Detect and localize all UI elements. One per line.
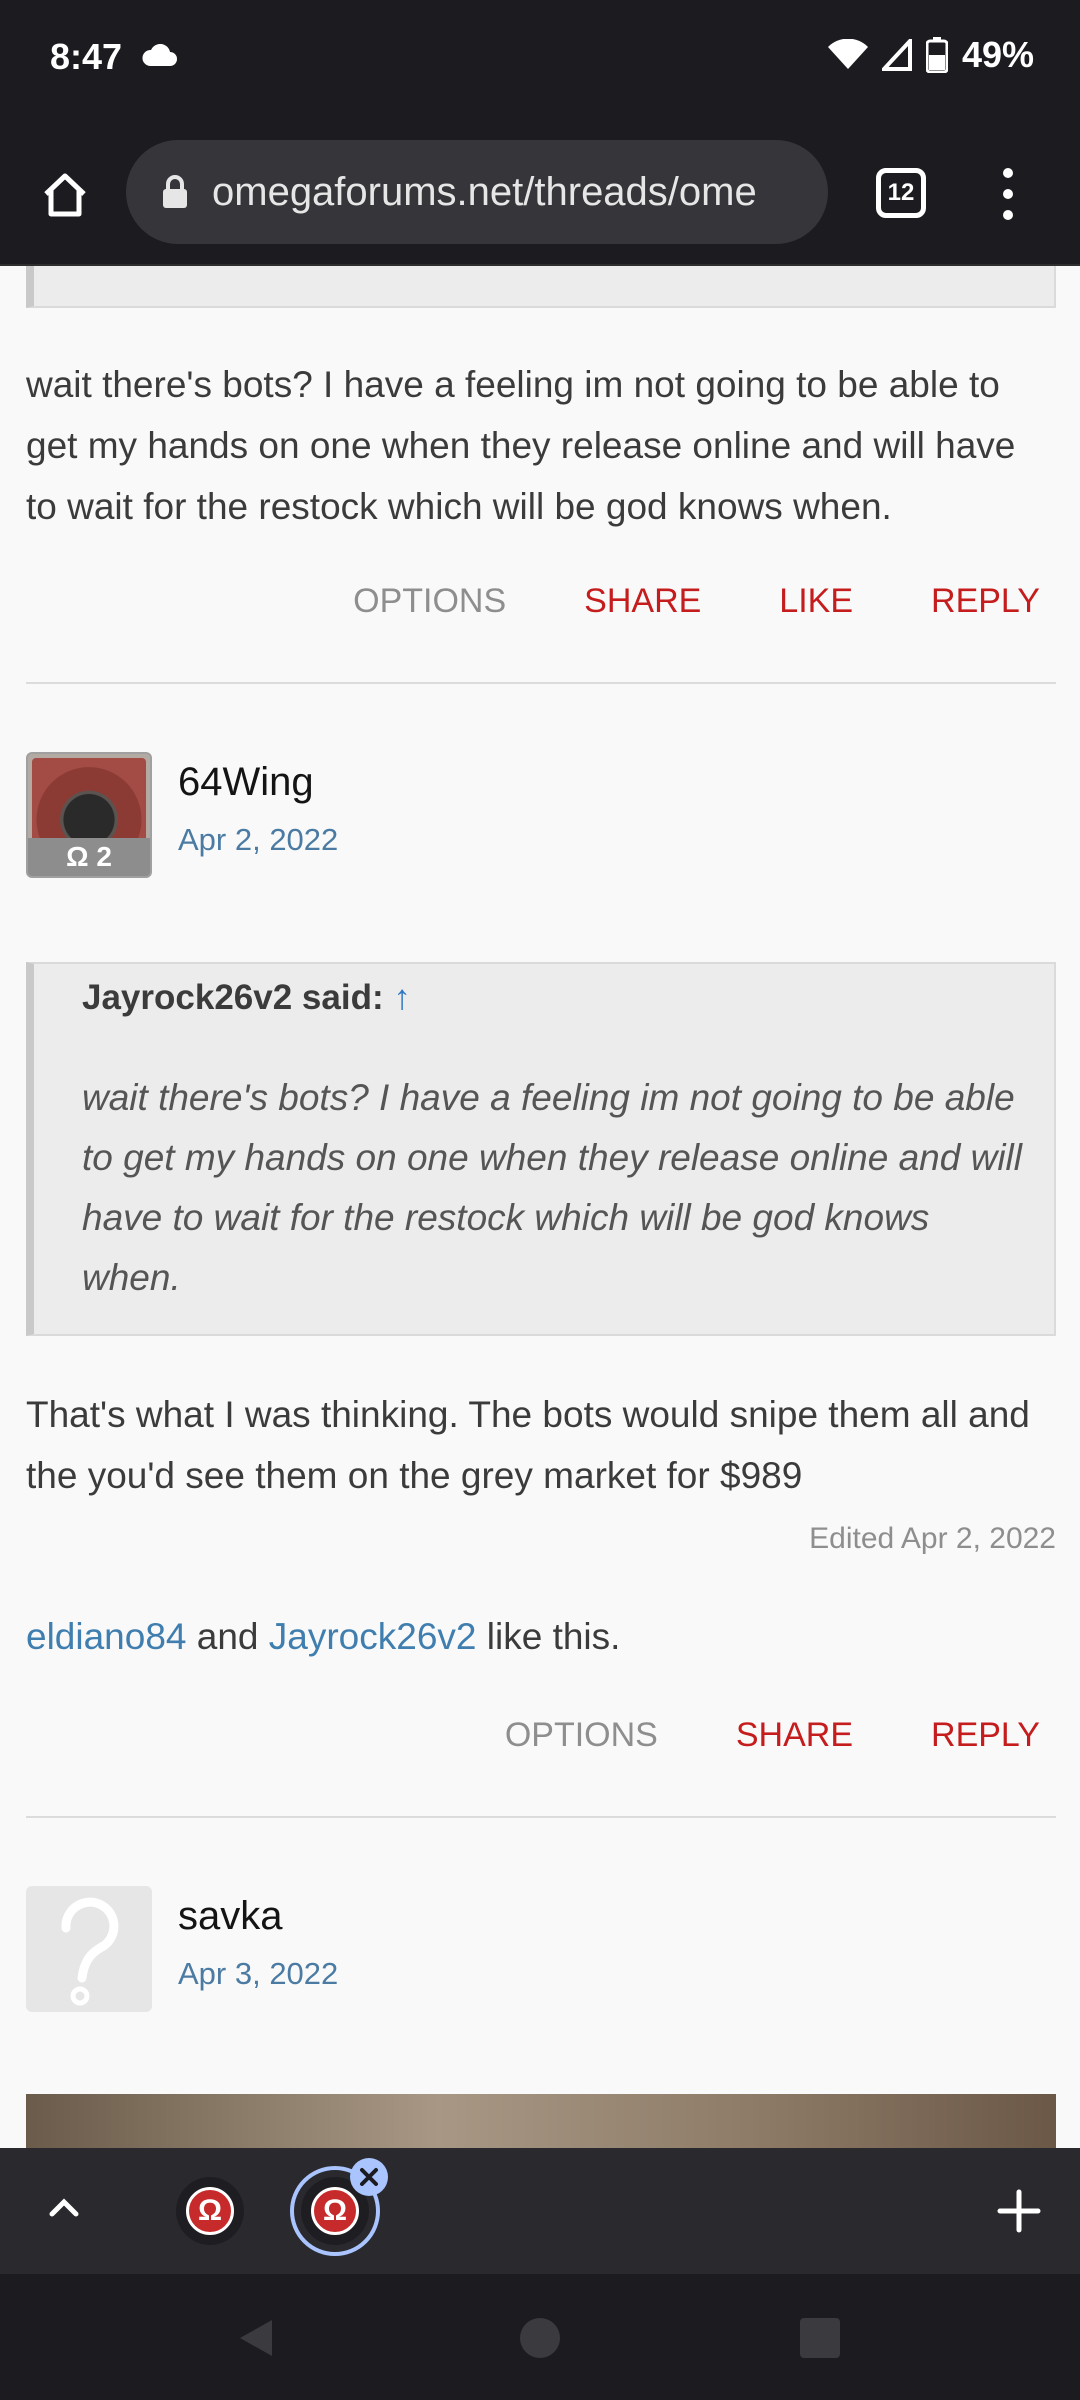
battery-icon xyxy=(925,37,948,73)
post-divider xyxy=(26,1816,1056,1818)
more-menu-button[interactable] xyxy=(988,162,1028,226)
post-image[interactable] xyxy=(26,2094,1056,2148)
thread-content[interactable]: wait there's bots? I have a feeling im n… xyxy=(0,266,1080,2148)
quote-jump-arrow-icon[interactable]: ↑ xyxy=(393,978,411,1017)
close-tab-button[interactable] xyxy=(350,2158,388,2196)
status-icons: 49% xyxy=(827,34,1034,76)
post-actions: OPTIONS SHARE REPLY xyxy=(427,1716,1040,1755)
menu-dot-icon xyxy=(1003,168,1013,178)
quote-block: Jayrock26v2 said: ↑ wait there's bots? I… xyxy=(26,962,1056,1336)
likes-summary: eldiano84 and Jayrock26v2 like this. xyxy=(26,1616,620,1658)
quote-body: wait there's bots? I have a feeling im n… xyxy=(82,1077,1022,1298)
signal-icon xyxy=(881,39,912,71)
liker-link[interactable]: Jayrock26v2 xyxy=(269,1616,477,1657)
battery-percent: 49% xyxy=(961,34,1034,75)
post-actions: OPTIONS SHARE LIKE REPLY xyxy=(275,582,1040,621)
liker-link[interactable]: eldiano84 xyxy=(26,1616,186,1657)
reply-button[interactable]: REPLY xyxy=(931,582,1040,621)
menu-dot-icon xyxy=(1003,210,1013,220)
post-divider xyxy=(26,682,1056,684)
avatar[interactable]: Ω 2 xyxy=(26,752,152,878)
likes-and: and xyxy=(196,1616,259,1657)
options-button[interactable]: OPTIONS xyxy=(353,582,506,621)
chevron-up-icon[interactable] xyxy=(44,2188,84,2228)
status-bar: 8:47 49% xyxy=(0,0,1080,126)
omega-favicon-icon: Ω xyxy=(311,2187,359,2235)
back-icon[interactable] xyxy=(236,2318,276,2358)
post-date[interactable]: Apr 3, 2022 xyxy=(178,1956,338,1992)
post-body: That's what I was thinking. The bots wou… xyxy=(26,1394,1030,1496)
tab-switcher-button[interactable]: 12 xyxy=(876,168,926,218)
default-avatar-icon xyxy=(61,1897,119,2006)
username[interactable]: 64Wing xyxy=(178,760,314,805)
home-button[interactable] xyxy=(30,160,100,230)
like-button[interactable]: LIKE xyxy=(779,582,853,621)
previous-quote-block xyxy=(26,266,1056,308)
cloud-icon xyxy=(142,44,177,66)
menu-dot-icon xyxy=(1003,189,1013,199)
tab-strip: Ω Ω xyxy=(0,2148,1080,2274)
close-icon xyxy=(360,2168,378,2186)
options-button[interactable]: OPTIONS xyxy=(505,1716,658,1755)
status-time: 8:47 xyxy=(50,36,123,77)
user-badge: Ω 2 xyxy=(28,838,150,876)
omega-favicon-icon: Ω xyxy=(186,2187,234,2235)
share-button[interactable]: SHARE xyxy=(736,1716,853,1755)
recents-icon[interactable] xyxy=(800,2318,840,2358)
wifi-icon xyxy=(827,39,868,69)
post-body: wait there's bots? I have a feeling im n… xyxy=(26,364,1016,527)
address-bar[interactable]: omegaforums.net/threads/ome xyxy=(126,140,828,244)
system-nav-bar xyxy=(0,2274,1080,2400)
username[interactable]: savka xyxy=(178,1894,283,1939)
avatar[interactable] xyxy=(26,1886,152,2012)
likes-suffix: like this. xyxy=(486,1616,621,1657)
reply-button[interactable]: REPLY xyxy=(931,1716,1040,1755)
lock-icon xyxy=(163,175,187,208)
new-tab-plus-icon[interactable] xyxy=(992,2184,1046,2238)
browser-toolbar: omegaforums.net/threads/ome 12 xyxy=(0,126,1080,266)
home-nav-icon[interactable] xyxy=(520,2318,560,2358)
tab-favicon[interactable]: Ω xyxy=(176,2177,244,2245)
home-icon xyxy=(44,173,86,217)
url-text: omegaforums.net/threads/ome xyxy=(212,169,757,214)
edited-note: Edited Apr 2, 2022 xyxy=(809,1522,1056,1555)
post-date[interactable]: Apr 2, 2022 xyxy=(178,822,338,858)
share-button[interactable]: SHARE xyxy=(584,582,701,621)
quote-author-name: Jayrock26v2 said: xyxy=(82,978,384,1017)
quote-author: Jayrock26v2 said: ↑ xyxy=(82,978,411,1018)
